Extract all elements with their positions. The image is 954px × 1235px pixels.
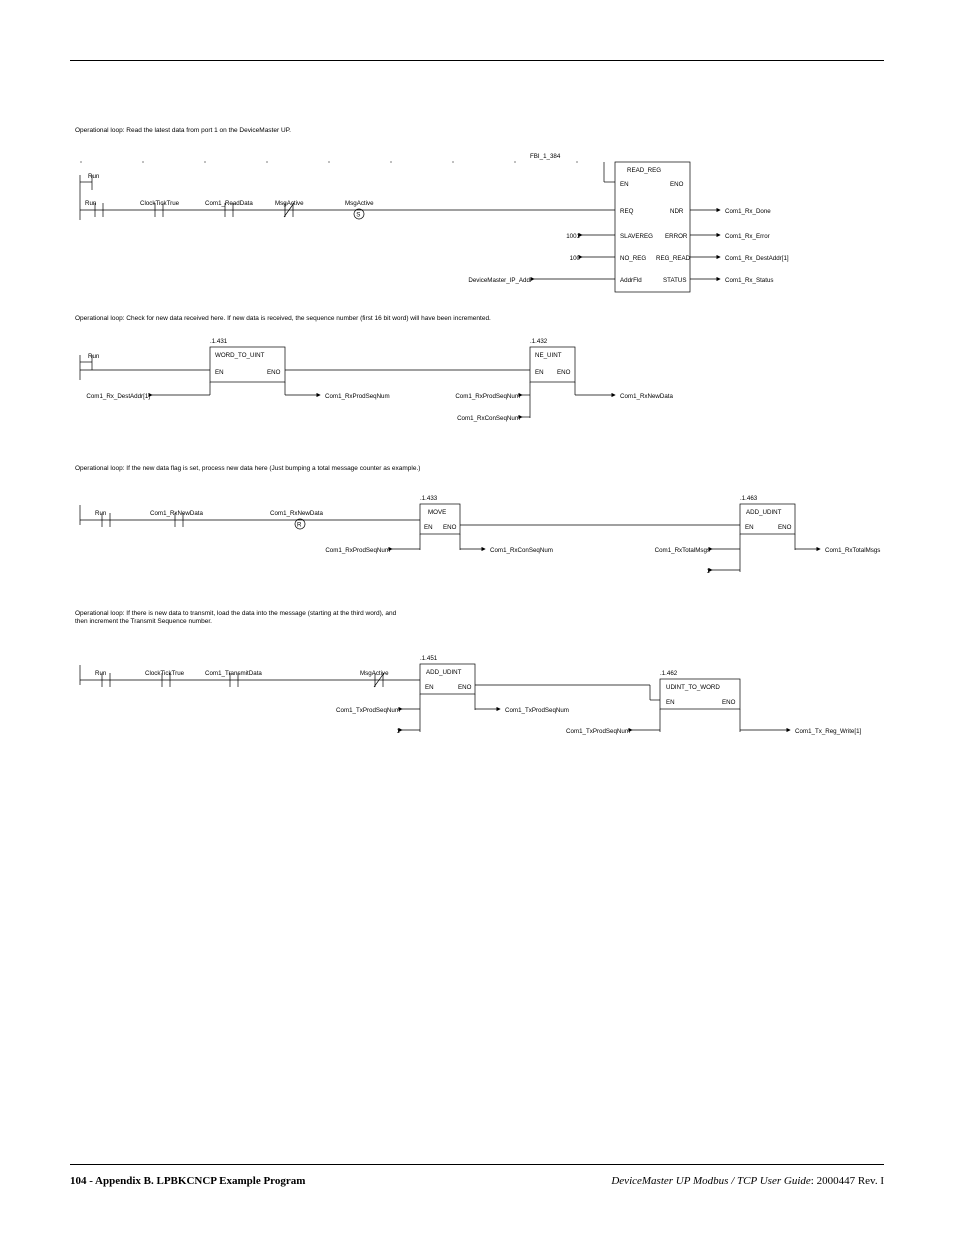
r4-fb1id: .1.451 <box>420 655 438 662</box>
r3-power: Run <box>95 510 107 517</box>
r4-fb1R: ENO <box>458 684 472 691</box>
r4-fb1out: Com1_TxProdSeqNum <box>505 707 569 714</box>
r4-fb1in1: Com1_TxProdSeqNum <box>336 707 400 714</box>
r3-fb2in1: Com1_RxTotalMsgs <box>655 547 710 554</box>
r2-fb1R: ENO <box>267 369 281 376</box>
r3-fb1id: .1.433 <box>420 495 438 502</box>
rung3-comment: Operational loop: If the new data flag i… <box>75 465 420 472</box>
r3-fb2n: ADD_UDINT <box>746 509 782 516</box>
footer-right: DeviceMaster UP Modbus / TCP User Guide:… <box>611 1175 884 1187</box>
r4-fb2n: UDINT_TO_WORD <box>666 684 720 691</box>
r1-REQ: REQ <box>620 208 634 215</box>
r2-fb2in1: Com1_RxProdSeqNum <box>455 393 520 400</box>
r1-NOREG: NO_REG <box>620 255 646 262</box>
r1-o3: Com1_Rx_DestAddr[1] <box>725 255 789 262</box>
rung1-c4: MsgActive <box>275 200 304 207</box>
r4-c1: ClockTickTrue <box>145 670 185 677</box>
r1-ERROR: ERROR <box>665 233 688 240</box>
page-bottom-rule <box>70 1164 884 1165</box>
footer-left: 104 - Appendix B. LPBKCNCP Example Progr… <box>70 1175 305 1187</box>
r1-iv3: DeviceMaster_IP_Addr <box>468 277 532 284</box>
r3-fb2L: EN <box>745 524 754 531</box>
r4-c3: MsgActive <box>360 670 389 677</box>
rung1-fbid: FBI_1_384 <box>530 153 561 160</box>
r4-c2: Com1_TransmitData <box>205 670 262 677</box>
r4-fb2id: .1.462 <box>660 670 678 677</box>
page-top-rule <box>70 60 884 61</box>
r3-fb2R: ENO <box>778 524 792 531</box>
r3-R: R <box>297 522 302 529</box>
footer-right-ital: DeviceMaster UP Modbus / TCP User Guide <box>611 1175 810 1187</box>
r1-ENO: ENO <box>670 181 684 188</box>
r4-fb1n: ADD_UDINT <box>426 669 462 676</box>
r1-Addr: AddrFld <box>620 277 642 284</box>
r3-fb1n: MOVE <box>428 509 446 516</box>
r3-fb2out: Com1_RxTotalMsgs <box>825 547 880 554</box>
r1-o2: Com1_Rx_Error <box>725 233 770 240</box>
r2-fb2id: .1.432 <box>530 338 548 345</box>
r3-fb1R: ENO <box>443 524 457 531</box>
r3-fb2in2: 1 <box>707 568 711 575</box>
footer-right-rest: : 2000447 Rev. I <box>811 1175 884 1187</box>
r2-fb1n: WORD_TO_UINT <box>215 352 265 359</box>
r2-fb2in2: Com1_RxConSeqNum <box>457 415 520 422</box>
r1-SLAVEREG: SLAVEREG <box>620 233 653 240</box>
r1-iv2: 100 <box>570 255 581 262</box>
r2-fb2L: EN <box>535 369 544 376</box>
r4-power: Run <box>95 670 107 677</box>
r3-fb1out: Com1_RxConSeqNum <box>490 547 553 554</box>
r4-fb2L: EN <box>666 699 675 706</box>
page-footer: 104 - Appendix B. LPBKCNCP Example Progr… <box>70 1175 884 1187</box>
r2-fb1out: Com1_RxProdSeqNum <box>325 393 390 400</box>
ladder-diagram-container: Operational loop: Read the latest data f… <box>70 120 884 1115</box>
r2-fb1L: EN <box>215 369 224 376</box>
rung4-comment-l2: then increment the Transmit Sequence num… <box>75 618 212 625</box>
r2-fb1id: .1.431 <box>210 338 228 345</box>
rung1-c2: ClockTickTrue <box>140 200 180 207</box>
r2-power: Run <box>88 353 100 360</box>
rung1-coil-s: S <box>356 212 360 219</box>
ladder-svg: Operational loop: Read the latest data f… <box>70 120 884 780</box>
r4-fb1in2: 1 <box>397 728 401 735</box>
r4-fb2out: Com1_Tx_Reg_Write[1] <box>795 728 862 735</box>
r4-fb2R: ENO <box>722 699 736 706</box>
r1-STATUS: STATUS <box>663 277 687 284</box>
r3-fb1L: EN <box>424 524 433 531</box>
rung1-c5: MsgActive <box>345 200 374 207</box>
rung4-comment-l1: Operational loop: If there is new data t… <box>75 610 397 617</box>
r3-coil1: Com1_RxNewData <box>270 510 324 517</box>
r2-fb1in: Com1_Rx_DestAddr[1] <box>86 393 150 400</box>
rung1-comment: Operational loop: Read the latest data f… <box>75 127 291 134</box>
r2-fb2n: NE_UINT <box>535 352 562 359</box>
rung1-c3: Com1_ReadData <box>205 200 253 207</box>
r1-iv1: 1001 <box>566 233 580 240</box>
r1-o4: Com1_Rx_Status <box>725 277 774 284</box>
r4-fb1L: EN <box>425 684 434 691</box>
rung1-power-label: Run <box>88 173 100 180</box>
r4-fb2in: Com1_TxProdSeqNum <box>566 728 630 735</box>
rung1-fbname: READ_REG <box>627 167 661 174</box>
r2-fb2out: Com1_RxNewData <box>620 393 674 400</box>
r1-EN: EN <box>620 181 629 188</box>
r3-c1: Com1_RxNewData <box>150 510 204 517</box>
r3-fb1in: Com1_RxProdSeqNum <box>325 547 390 554</box>
r3-fb2id: .1.463 <box>740 495 758 502</box>
r1-REGREAD: REG_READ <box>656 255 691 262</box>
r1-o1: Com1_Rx_Done <box>725 208 771 215</box>
r1-NDR: NDR <box>670 208 684 215</box>
r2-fb2R: ENO <box>557 369 571 376</box>
rung2-comment: Operational loop: Check for new data rec… <box>75 315 491 322</box>
